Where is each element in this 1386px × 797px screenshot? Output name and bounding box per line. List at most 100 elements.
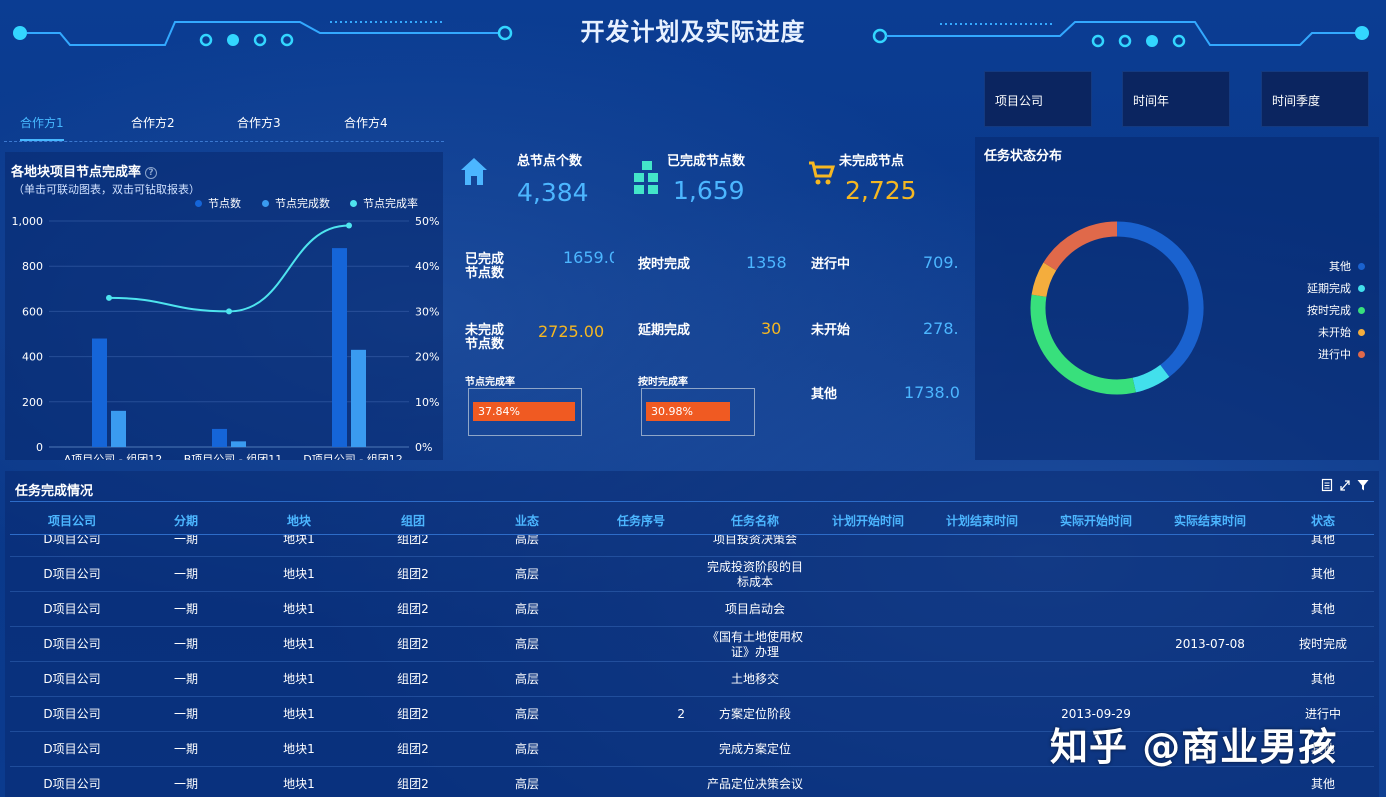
table-cell <box>926 592 1038 627</box>
table-cell: 组团2 <box>397 602 429 616</box>
table-cell <box>1154 557 1266 592</box>
stat-notstarted-label: 未开始 <box>811 323 851 338</box>
y-tick-label: 200 <box>22 396 43 409</box>
table-cell <box>585 732 697 767</box>
table-cell: 高层 <box>514 535 539 546</box>
table-cell: 高层 <box>514 637 539 651</box>
tab-partner-2[interactable]: 合作方2 <box>131 114 175 139</box>
donut-legend-other[interactable]: 其他 <box>1329 258 1365 274</box>
tab-partner-3[interactable]: 合作方3 <box>237 114 281 139</box>
expand-icon[interactable] <box>1339 478 1351 492</box>
stat-undone-label: 未完成 节点数 <box>465 324 504 352</box>
table-title: 任务完成情况 <box>15 484 94 499</box>
table-cell <box>1040 535 1152 557</box>
table-cell: D项目公司 <box>43 707 101 721</box>
table-cell: 其他 <box>1310 567 1335 581</box>
kpi-uncompleted-nodes-label: 未完成节点 <box>839 154 905 169</box>
y2-tick-label: 0% <box>415 441 432 454</box>
kpi-total-nodes-value: 4,384 <box>517 178 589 207</box>
table-cell <box>585 767 697 797</box>
node-rate-box: 37.84% <box>468 388 582 436</box>
table-cell <box>585 592 697 627</box>
donut-slice[interactable] <box>1031 262 1057 298</box>
donut-legend-delayed[interactable]: 延期完成 <box>1307 280 1365 296</box>
table-row[interactable]: D项目公司 一期 地块1 组团2 高层 项目启动会 其他 <box>10 592 1374 627</box>
donut-legend-inprogress[interactable]: 进行中 <box>1318 346 1365 362</box>
column-header[interactable]: 业态 <box>471 512 583 529</box>
donut-legend-dot <box>1358 328 1365 336</box>
donut-slice[interactable] <box>1116 221 1204 377</box>
combo-chart[interactable]: 0 200 400 600 800 1,000 0% 10% 20% 30% 40% 50% A项目公司… <box>5 152 443 460</box>
filter-year[interactable]: 时间年 <box>1122 71 1230 127</box>
tab-partner-1[interactable]: 合作方1 <box>20 114 64 141</box>
ontime-rate-bar: 30.98% <box>646 402 730 421</box>
list-icon[interactable] <box>1321 478 1333 492</box>
table-header: 项目公司 分期 地块 组团 业态 任务序号 任务名称 计划开始时间 计划结束时间 实际开始时间 实际… <box>10 501 1374 535</box>
table-cell: 一期 <box>173 742 198 756</box>
table-cell <box>1154 592 1266 627</box>
stat-ontime-value: 1358. <box>746 253 787 272</box>
task-status-donut[interactable] <box>975 137 1379 460</box>
table-cell <box>926 627 1038 662</box>
column-header[interactable]: 计划开始时间 <box>812 512 924 529</box>
filter-quarter[interactable]: 时间季度 <box>1261 71 1369 127</box>
table-cell: 地块1 <box>283 777 315 791</box>
column-header[interactable]: 项目公司 <box>16 512 128 529</box>
table-cell: 完成方案定位 <box>718 742 791 756</box>
table-cell <box>1040 662 1152 697</box>
table-cell <box>585 535 697 557</box>
column-header[interactable]: 计划结束时间 <box>926 512 1038 529</box>
node-rate-bar: 37.84% <box>473 402 575 421</box>
donut-legend-notstarted[interactable]: 未开始 <box>1318 324 1365 340</box>
column-header[interactable]: 分期 <box>130 512 242 529</box>
y2-tick-label: 20% <box>415 351 439 364</box>
table-cell <box>926 697 1038 732</box>
filter-project-company[interactable]: 项目公司 <box>984 71 1092 127</box>
donut-slice[interactable] <box>1030 294 1136 395</box>
kpi-total-nodes-label: 总节点个数 <box>517 154 583 169</box>
filter-icon[interactable] <box>1357 478 1369 492</box>
stat-undone-label-line1: 未完成 <box>465 323 505 338</box>
donut-legend-ontime[interactable]: 按时完成 <box>1307 302 1365 318</box>
column-header[interactable]: 状态 <box>1267 512 1379 529</box>
table-row[interactable]: D项目公司 一期 地块1 组团2 高层 完成投资阶段的目标成本 其他 <box>10 557 1374 592</box>
table-cell: D项目公司 <box>43 742 101 756</box>
rate-line <box>108 224 350 313</box>
header: 开发计划及实际进度 <box>0 0 1386 60</box>
table-cell: 组团2 <box>397 637 429 651</box>
stat-inprogress-value: 709. <box>923 253 959 272</box>
table-cell <box>585 662 697 697</box>
column-header[interactable]: 实际结束时间 <box>1154 512 1266 529</box>
rate-point <box>346 222 352 229</box>
table-cell: 一期 <box>173 535 198 546</box>
tab-partner-4[interactable]: 合作方4 <box>344 114 388 139</box>
table-cell <box>812 662 924 697</box>
table-cell: 地块1 <box>283 637 315 651</box>
task-status-panel: 任务状态分布 其他 延期完成 按时完成 未开始 进行中 <box>975 137 1379 460</box>
column-header[interactable]: 组团 <box>357 512 469 529</box>
table-tools <box>1321 478 1369 492</box>
table-cell: 高层 <box>514 567 539 581</box>
table-cell <box>1154 535 1266 557</box>
table-cell: 地块1 <box>283 742 315 756</box>
table-row[interactable]: D项目公司 一期 地块1 组团2 高层 《国有土地使用权证》办理 2013-07-08 按时完… <box>10 627 1374 662</box>
column-header[interactable]: 任务名称 <box>699 512 811 529</box>
table-cell: 2013-07-08 <box>1175 637 1245 651</box>
column-header[interactable]: 实际开始时间 <box>1040 512 1152 529</box>
table-row[interactable]: D项目公司 一期 地块1 组团2 高层 项目投资决策会 其他 <box>10 535 1374 557</box>
table-cell <box>1154 767 1266 797</box>
table-cell: D项目公司 <box>43 637 101 651</box>
column-header[interactable]: 地块 <box>243 512 355 529</box>
table-row[interactable]: D项目公司 一期 地块1 组团2 高层 土地移交 其他 <box>10 662 1374 697</box>
table-cell <box>926 535 1038 557</box>
table-cell <box>1154 662 1266 697</box>
stat-done-label: 已完成 节点数 <box>465 253 504 281</box>
column-header[interactable]: 任务序号 <box>585 512 697 529</box>
donut-legend-dot <box>1358 350 1365 358</box>
table-cell: 地块1 <box>283 567 315 581</box>
donut-slice[interactable] <box>1132 364 1170 393</box>
table-row[interactable]: D项目公司 一期 地块1 组团2 高层 产品定位决策会议 其他 <box>10 767 1374 797</box>
rate-point <box>226 308 232 315</box>
table-cell <box>812 627 924 662</box>
donut-slice[interactable] <box>1043 221 1118 271</box>
